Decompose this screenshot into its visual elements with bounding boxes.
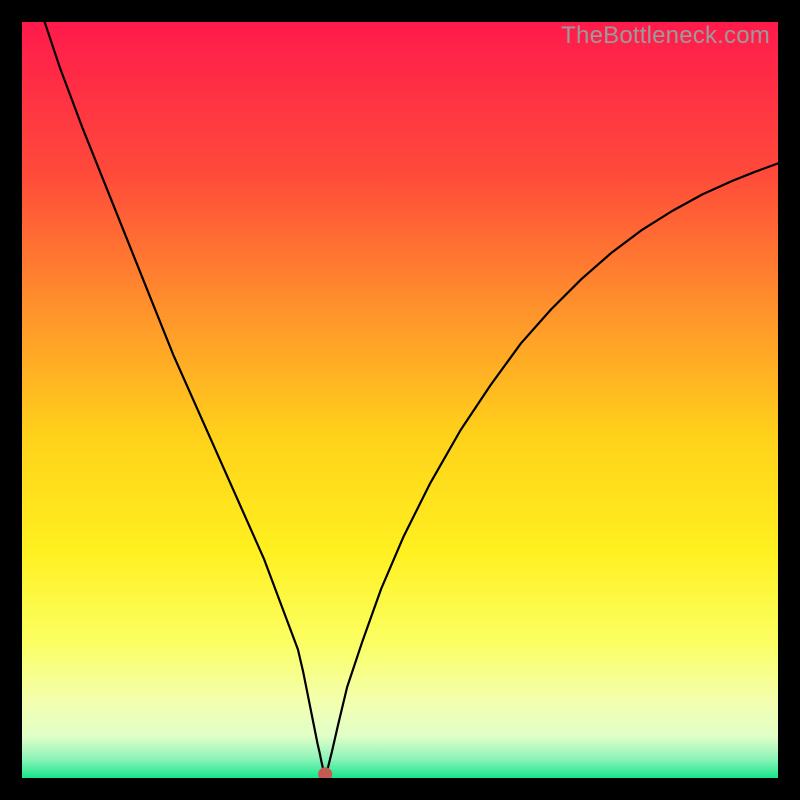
gradient-background [22,22,778,778]
chart-svg [22,22,778,778]
chart-container: TheBottleneck.com [0,0,800,800]
plot-area: TheBottleneck.com [22,22,778,778]
